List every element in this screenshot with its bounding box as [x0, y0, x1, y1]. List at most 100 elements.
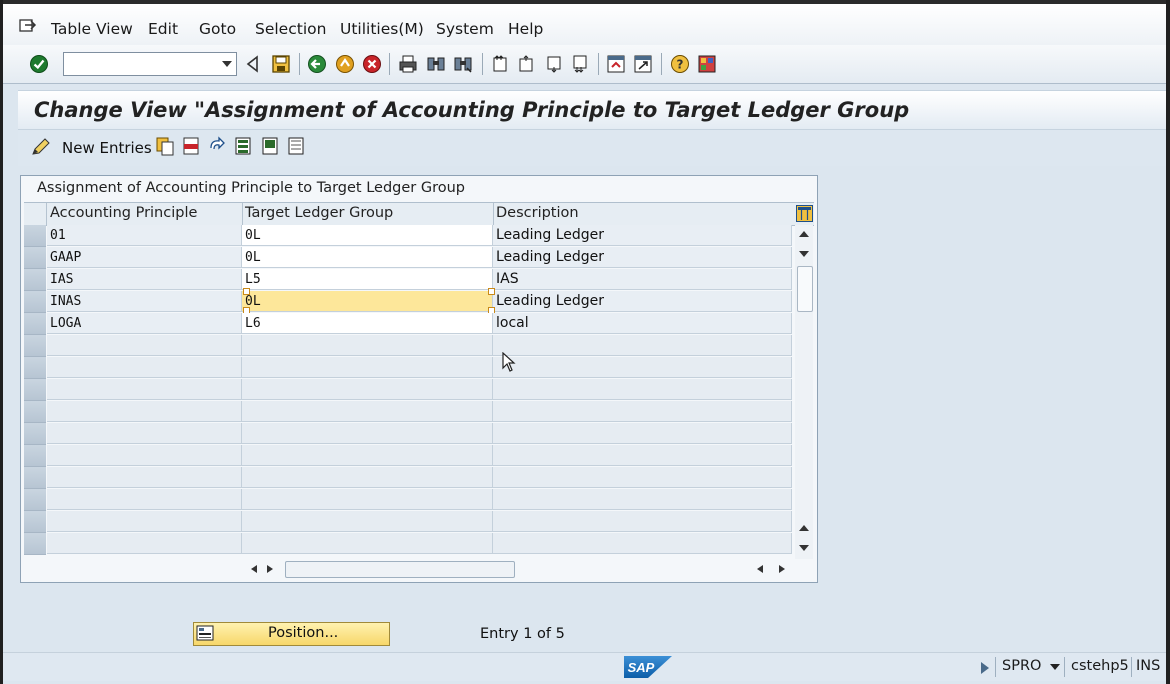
menu-edit[interactable]: Edit [148, 20, 178, 38]
scroll-right-icon[interactable] [267, 565, 273, 573]
empty-cell [47, 357, 242, 378]
position-icon [196, 625, 214, 641]
select-all-icon[interactable] [234, 136, 252, 156]
menu-selection[interactable]: Selection [255, 20, 326, 38]
vertical-scroll-thumb[interactable] [797, 266, 813, 312]
cell-target-ledger-group[interactable]: L5 [242, 269, 493, 290]
empty-row [24, 401, 792, 423]
back-green-icon[interactable] [307, 54, 327, 74]
row-selector[interactable] [24, 533, 46, 555]
column-divider[interactable] [493, 203, 494, 225]
row-selector[interactable] [24, 225, 46, 247]
scroll-down-icon[interactable] [799, 251, 809, 257]
scroll-up-icon[interactable] [799, 231, 809, 237]
exit-icon[interactable] [335, 54, 355, 74]
table-row[interactable]: IAS L5 IAS [24, 269, 792, 291]
row-selector[interactable] [24, 269, 46, 291]
cell-target-ledger-group[interactable]: 0L [242, 291, 493, 312]
row-selector[interactable] [24, 467, 46, 489]
empty-cell [242, 467, 493, 488]
table-row[interactable]: LOGA L6 local [24, 313, 792, 335]
system-menu-icon[interactable] [19, 18, 37, 33]
select-block-icon[interactable] [261, 136, 279, 156]
page-down-icon[interactable] [799, 545, 809, 551]
customize-layout-icon[interactable] [697, 54, 717, 74]
horizontal-scrollbar[interactable] [245, 559, 795, 579]
table-row[interactable]: GAAP 0L Leading Ledger [24, 247, 792, 269]
status-expand-icon[interactable] [981, 662, 989, 674]
find-icon[interactable] [426, 54, 446, 74]
page-up-icon[interactable] [799, 525, 809, 531]
print-icon[interactable] [398, 54, 418, 74]
page-title: Change View "Assignment of Accounting Pr… [34, 98, 910, 122]
undo-change-icon[interactable] [208, 136, 226, 156]
cell-accounting-principle: GAAP [47, 247, 242, 268]
table-settings-icon[interactable] [796, 205, 813, 222]
row-selector[interactable] [24, 423, 46, 445]
scroll-left-icon[interactable] [251, 565, 257, 573]
menu-label: Utilities(M) [340, 20, 424, 38]
empty-cell [493, 335, 792, 356]
first-page-icon[interactable] [490, 54, 510, 74]
mouse-cursor-icon [502, 352, 516, 372]
shortcut-icon[interactable] [633, 54, 653, 74]
empty-row [24, 423, 792, 445]
menu-table-view[interactable]: Table View [51, 20, 133, 38]
row-selector[interactable] [24, 335, 46, 357]
menu-label: Edit [148, 20, 179, 38]
cell-description: local [493, 313, 792, 334]
enter-icon[interactable] [29, 54, 49, 74]
row-selector[interactable] [24, 379, 46, 401]
next-page-icon[interactable] [544, 54, 564, 74]
row-selector[interactable] [24, 445, 46, 467]
create-session-icon[interactable] [606, 54, 626, 74]
menu-goto[interactable]: Goto [199, 20, 236, 38]
row-selector[interactable] [24, 401, 46, 423]
menu-label: Help [508, 20, 544, 38]
row-selector[interactable] [24, 247, 46, 269]
delete-icon[interactable] [182, 136, 200, 156]
chevron-down-icon[interactable] [1050, 664, 1060, 670]
scroll-right-icon[interactable] [779, 565, 785, 573]
deselect-all-icon[interactable] [287, 136, 305, 156]
cell-target-ledger-group[interactable]: 0L [242, 225, 493, 246]
back-arrow-icon[interactable] [243, 54, 263, 74]
column-header-target-ledger-group[interactable]: Target Ledger Group [245, 205, 393, 221]
previous-page-icon[interactable] [516, 54, 536, 74]
command-field[interactable] [63, 52, 237, 76]
cell-accounting-principle: IAS [47, 269, 242, 290]
cell-target-ledger-group[interactable]: 0L [242, 247, 493, 268]
menu-system[interactable]: System [436, 20, 494, 38]
row-selector[interactable] [24, 511, 46, 533]
copy-as-icon[interactable] [156, 136, 174, 156]
last-page-icon[interactable] [570, 54, 590, 74]
empty-row [24, 533, 792, 555]
empty-cell [242, 379, 493, 400]
save-icon[interactable] [271, 54, 291, 74]
column-header-accounting-principle[interactable]: Accounting Principle [50, 205, 197, 221]
cancel-icon[interactable] [362, 54, 382, 74]
row-selector[interactable] [24, 313, 46, 335]
column-divider [46, 203, 47, 225]
status-transaction[interactable]: SPRO [1002, 658, 1041, 674]
scroll-left-icon[interactable] [757, 565, 763, 573]
row-selector[interactable] [24, 357, 46, 379]
menu-help[interactable]: Help [508, 20, 543, 38]
table-row[interactable]: INAS 0L Leading Ledger [24, 288, 792, 314]
chevron-down-icon[interactable] [222, 61, 232, 67]
help-icon[interactable]: ? [670, 54, 690, 74]
menu-utilities[interactable]: Utilities(M) [340, 20, 424, 38]
column-header-description[interactable]: Description [496, 205, 579, 221]
status-insert-mode[interactable]: INS [1136, 658, 1160, 674]
column-divider[interactable] [242, 203, 243, 225]
row-selector[interactable] [24, 489, 46, 511]
row-selector[interactable] [24, 291, 46, 313]
empty-cell [493, 533, 792, 554]
find-next-icon[interactable] [453, 54, 473, 74]
cell-target-ledger-group[interactable]: L6 [242, 313, 493, 334]
vertical-scrollbar[interactable] [795, 225, 813, 559]
cell-description: Leading Ledger [493, 247, 792, 268]
table-row[interactable]: 01 0L Leading Ledger [24, 225, 792, 247]
horizontal-scroll-thumb[interactable] [285, 561, 515, 578]
position-button[interactable]: Position... [193, 622, 390, 646]
